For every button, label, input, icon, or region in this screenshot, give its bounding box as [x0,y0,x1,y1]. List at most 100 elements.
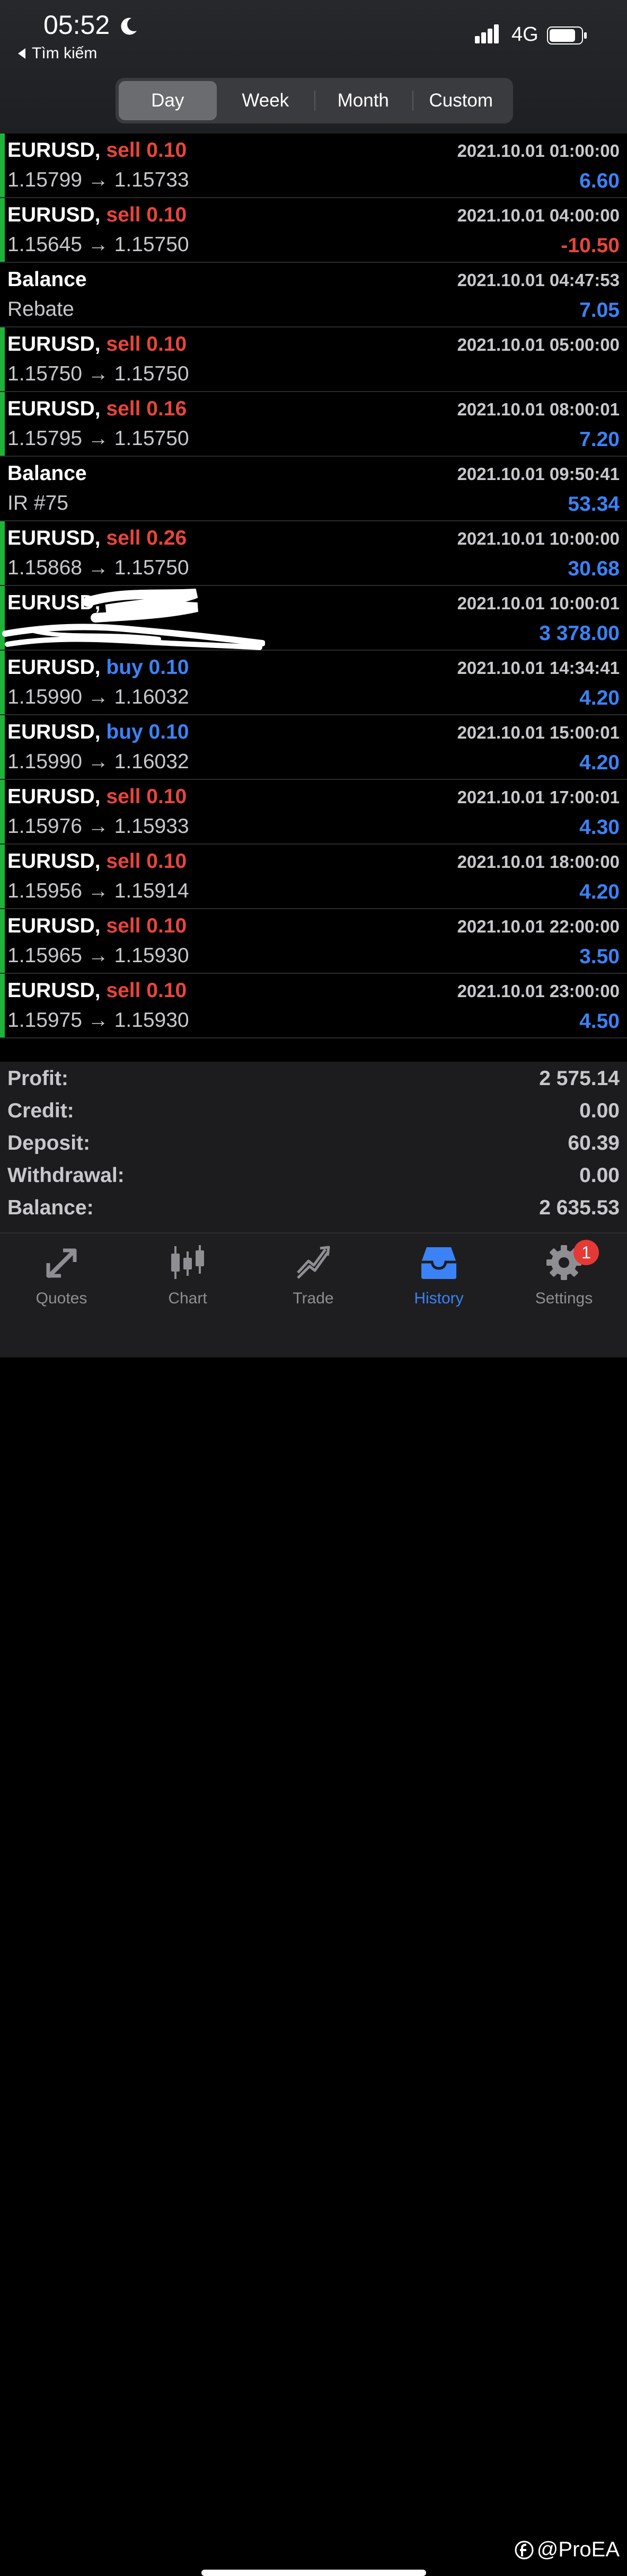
row-date: 2021.10.01 14:34:41 [457,658,620,678]
segment-month[interactable]: Month [314,81,412,120]
row-side: sell 0.26 [106,527,187,549]
tab-label: Trade [293,1290,334,1307]
row-date: 2021.10.01 04:47:53 [457,270,620,290]
tab-label: Chart [168,1290,207,1307]
history-list: EURUSD, sell 0.10 1.15799 → 1.15733 2021… [0,134,627,1038]
history-row[interactable]: EURUSD, sell 0.26 1.15868 → 1.15750 2021… [0,521,627,586]
settings-badge: 1 [573,1240,599,1265]
row-symbol: EURUSD, [7,139,101,162]
segment-week[interactable]: Week [217,81,315,120]
summary-value: 2 575.14 [539,1067,620,1090]
battery-icon [547,26,587,45]
row-date: 2021.10.01 04:00:00 [457,206,620,225]
history-row[interactable]: Balance IR #75 2021.10.01 09:50:41 53.34 [0,457,627,521]
summary-label: Deposit: [7,1132,90,1154]
tab-quotes[interactable]: Quotes [8,1243,114,1317]
row-amount: 4.50 [579,1010,620,1033]
tab-settings[interactable]: 1 Settings [511,1240,617,1317]
history-row[interactable]: EURUSD, sell 0.10 1.15976 → 1.15933 2021… [0,780,627,845]
row-amount: 4.20 [579,687,620,709]
trade-icon [297,1246,330,1279]
row-date: 2021.10.01 23:00:00 [457,981,620,1001]
history-row[interactable]: EURUSD, buy 0.10 1.15990 → 1.16032 2021.… [0,651,627,715]
row-date: 2021.10.01 10:00:00 [457,529,620,548]
history-row[interactable]: EURUSD, sell 0.10 1.15975 → 1.15930 2021… [0,974,627,1038]
row-title: EURUSD, sell 0.10 [7,785,187,809]
summary-value: 0.00 [579,1099,620,1122]
row-side: sell 0.10 [106,333,187,356]
back-link[interactable]: Tìm kiếm [18,45,97,63]
home-indicator [201,2570,426,2576]
row-title: EURUSD, sell 0.10 [7,914,187,938]
history-row[interactable]: EURUSD, sell 0.10 1.15956 → 1.15914 2021… [0,845,627,909]
row-date: 2021.10.01 08:00:01 [457,399,620,419]
row-title: EURUSD, sell 0.10 [7,139,187,162]
row-title: Balance [7,462,87,485]
row-amount: 6.60 [579,170,620,192]
row-title: EURUSD, sell 0.16 [7,397,187,421]
history-row[interactable]: EURUSD, sell 0.10 1.15799 → 1.15733 2021… [0,134,627,198]
row-comment: IR #75 [7,492,68,514]
row-title: EURUSD, sell 0.10 [7,333,187,356]
history-row[interactable]: EURUSD, sell 0.10 1.15645 → 1.15750 2021… [0,198,627,263]
row-date: 2021.10.01 22:00:00 [457,917,620,936]
segment-day[interactable]: Day [119,81,217,120]
row-side: sell 0.10 [106,979,187,1002]
summary-label: Balance: [7,1196,94,1219]
row-symbol: EURUSD, [7,656,101,679]
tab-label: Quotes [36,1290,87,1307]
quotes-icon [46,1248,77,1278]
summary-profit: Profit: 2 575.14 [0,1062,627,1094]
summary-label: Credit: [7,1099,74,1122]
history-row[interactable]: EURUSD, sell 0.10 1.15750 → 1.15750 2021… [0,327,627,392]
tab-label: History [414,1290,464,1307]
row-symbol: EURUSD, [7,527,101,549]
history-row[interactable]: EURUSD, buy 0.10 1.15990 → 1.16032 2021.… [0,715,627,780]
row-symbol: Balance [7,462,87,485]
row-symbol: EURUSD, [7,979,101,1002]
segment-custom[interactable]: Custom [412,81,510,120]
back-arrow-icon [18,48,25,59]
summary-value: 60.39 [568,1132,620,1154]
row-amount: 7.05 [579,299,620,322]
history-row[interactable]: EURUSD, 2021.10.01 10:00:01 3 378.00 [0,586,627,651]
row-date: 2021.10.01 10:00:01 [457,593,620,613]
row-amount: 3.50 [579,945,620,968]
history-row[interactable]: EURUSD, sell 0.16 1.15795 → 1.15750 2021… [0,392,627,457]
history-row[interactable]: EURUSD, sell 0.10 1.15965 → 1.15930 2021… [0,909,627,974]
row-date: 2021.10.01 15:00:01 [457,723,620,742]
row-date: 2021.10.01 18:00:00 [457,852,620,872]
row-prices: 1.15990 → 1.16032 [7,686,189,708]
row-amount: -10.50 [561,234,620,257]
top-bar: 05:52 Tìm kiếm 4G Day Week Month Custom [0,0,627,134]
summary-label: Withdrawal: [7,1164,125,1187]
row-prices: 1.15795 → 1.15750 [7,427,189,450]
summary-deposit: Deposit: 60.39 [0,1126,627,1159]
row-prices: 1.15976 → 1.15933 [7,815,189,838]
row-symbol: EURUSD, [7,850,101,873]
moon-icon [121,17,137,35]
summary-credit: Credit: 0.00 [0,1094,627,1126]
tab-bar: Quotes Chart Trade History 1 Settings @P… [0,1232,627,2576]
row-title: EURUSD, sell 0.26 [7,527,187,550]
redaction-scribble [2,589,265,650]
tab-trade[interactable]: Trade [260,1243,366,1317]
row-title: EURUSD, buy 0.10 [7,721,189,744]
row-symbol: EURUSD, [7,914,101,937]
row-side: buy 0.10 [106,721,189,743]
row-date: 2021.10.01 09:50:41 [457,464,620,484]
row-symbol: Balance [7,268,87,291]
row-side: buy 0.10 [106,656,189,679]
back-label: Tìm kiếm [32,45,98,62]
signal-icon [475,24,499,43]
row-side: sell 0.10 [106,785,187,808]
row-title: EURUSD, buy 0.10 [7,656,189,679]
summary-label: Profit: [7,1067,68,1090]
tab-history[interactable]: History [386,1243,492,1317]
row-amount: 3 378.00 [539,622,620,645]
row-title: Balance [7,268,87,291]
row-prices: 1.15645 → 1.15750 [7,233,189,256]
history-row[interactable]: Balance Rebate 2021.10.01 04:47:53 7.05 [0,263,627,327]
row-amount: 30.68 [568,557,620,580]
tab-chart[interactable]: Chart [135,1243,241,1317]
